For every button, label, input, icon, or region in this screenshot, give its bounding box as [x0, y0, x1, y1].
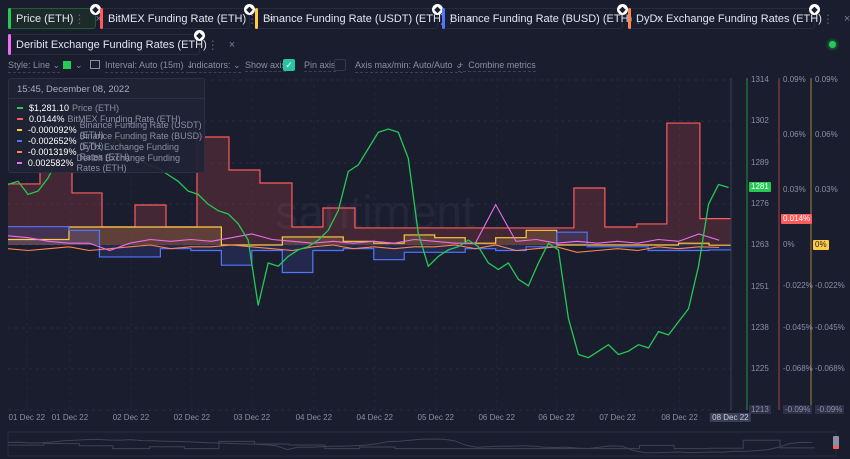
- x-tick: 08 Dec 22: [661, 413, 698, 422]
- funding-tick: -0.045%: [815, 322, 845, 332]
- x-tick: 07 Dec 22: [599, 413, 636, 422]
- x-tick: 06 Dec 22: [538, 413, 575, 422]
- tooltip-label: Deribit Exchange Funding Rates (ETH): [76, 152, 181, 173]
- cursor-date: 08 Dec 22: [710, 413, 751, 422]
- funding-tick: -0.022%: [815, 281, 845, 291]
- tooltip-value: -0.000092%: [28, 124, 77, 135]
- bitmex-current-badge: 0.014%: [781, 213, 813, 224]
- price-current-badge: 1281: [749, 182, 771, 193]
- legend-swatch: [17, 128, 23, 131]
- tooltip-row: $1,281.10 Price (ETH): [9, 102, 204, 113]
- binance-current-badge: 0%: [813, 240, 829, 250]
- funding-tick: 0.09%: [815, 75, 838, 84]
- price-tick: 1238: [751, 323, 769, 332]
- price-tick: 1276: [751, 199, 769, 208]
- funding-tick: 0.06%: [815, 130, 838, 139]
- funding-tick: -0.09%: [815, 405, 845, 414]
- legend-swatch: [17, 117, 23, 120]
- x-tick: 06 Dec 22: [478, 413, 515, 422]
- tooltip-date: 15:45, December 08, 2022: [9, 79, 204, 99]
- x-tick: 03 Dec 22: [233, 413, 271, 422]
- chart-canvas[interactable]: santiment: [0, 0, 850, 459]
- tooltip-label: Price (ETH): [72, 102, 120, 113]
- x-tick: 01 Dec 22: [8, 413, 46, 422]
- tooltip-value: 0.0144%: [29, 113, 65, 124]
- funding-tick: 0.09%: [783, 75, 806, 84]
- navigator-line: [7, 438, 813, 454]
- x-tick: 05 Dec 22: [417, 413, 454, 422]
- tooltip-value: -0.002652%: [28, 135, 77, 146]
- x-tick: 04 Dec 22: [295, 413, 333, 422]
- tooltip-row: 0.002582% Deribit Exchange Funding Rates …: [9, 153, 204, 173]
- price-tick: 1225: [751, 364, 769, 373]
- x-tick: 04 Dec 22: [356, 413, 393, 422]
- x-tick: 02 Dec 22: [112, 413, 150, 422]
- funding-tick: 0.03%: [783, 185, 806, 194]
- funding-tick: -0.068%: [815, 363, 845, 373]
- x-tick: 02 Dec 22: [173, 413, 211, 422]
- legend-swatch: [17, 139, 23, 142]
- tooltip: 15:45, December 08, 2022 $1,281.10 Price …: [8, 78, 205, 173]
- funding-tick: 0.03%: [815, 185, 838, 194]
- funding-tick: -0.068%: [783, 363, 813, 373]
- tooltip-value: 0.002582%: [27, 157, 74, 168]
- price-tick: 1213: [749, 405, 771, 414]
- funding-tick: 0.06%: [783, 130, 806, 139]
- funding-tick: 0%: [783, 240, 795, 249]
- price-tick: 1302: [751, 116, 769, 125]
- legend-swatch: [17, 150, 22, 153]
- funding-tick: -0.022%: [783, 281, 813, 291]
- tooltip-value: -0.001319%: [27, 146, 77, 157]
- tooltip-value: $1,281.10: [29, 102, 70, 113]
- legend-swatch: [17, 106, 23, 109]
- funding-tick: -0.09%: [783, 405, 813, 414]
- price-tick: 1314: [751, 75, 769, 84]
- legend-swatch: [17, 161, 22, 164]
- funding-tick: -0.045%: [783, 322, 813, 332]
- navigator-handle[interactable]: [833, 436, 839, 449]
- price-tick: 1263: [751, 240, 769, 249]
- navigator[interactable]: [7, 431, 837, 457]
- x-tick: 01 Dec 22: [51, 413, 89, 422]
- price-tick: 1289: [751, 158, 769, 167]
- price-tick: 1251: [751, 282, 769, 291]
- navigator-line: [8, 439, 815, 450]
